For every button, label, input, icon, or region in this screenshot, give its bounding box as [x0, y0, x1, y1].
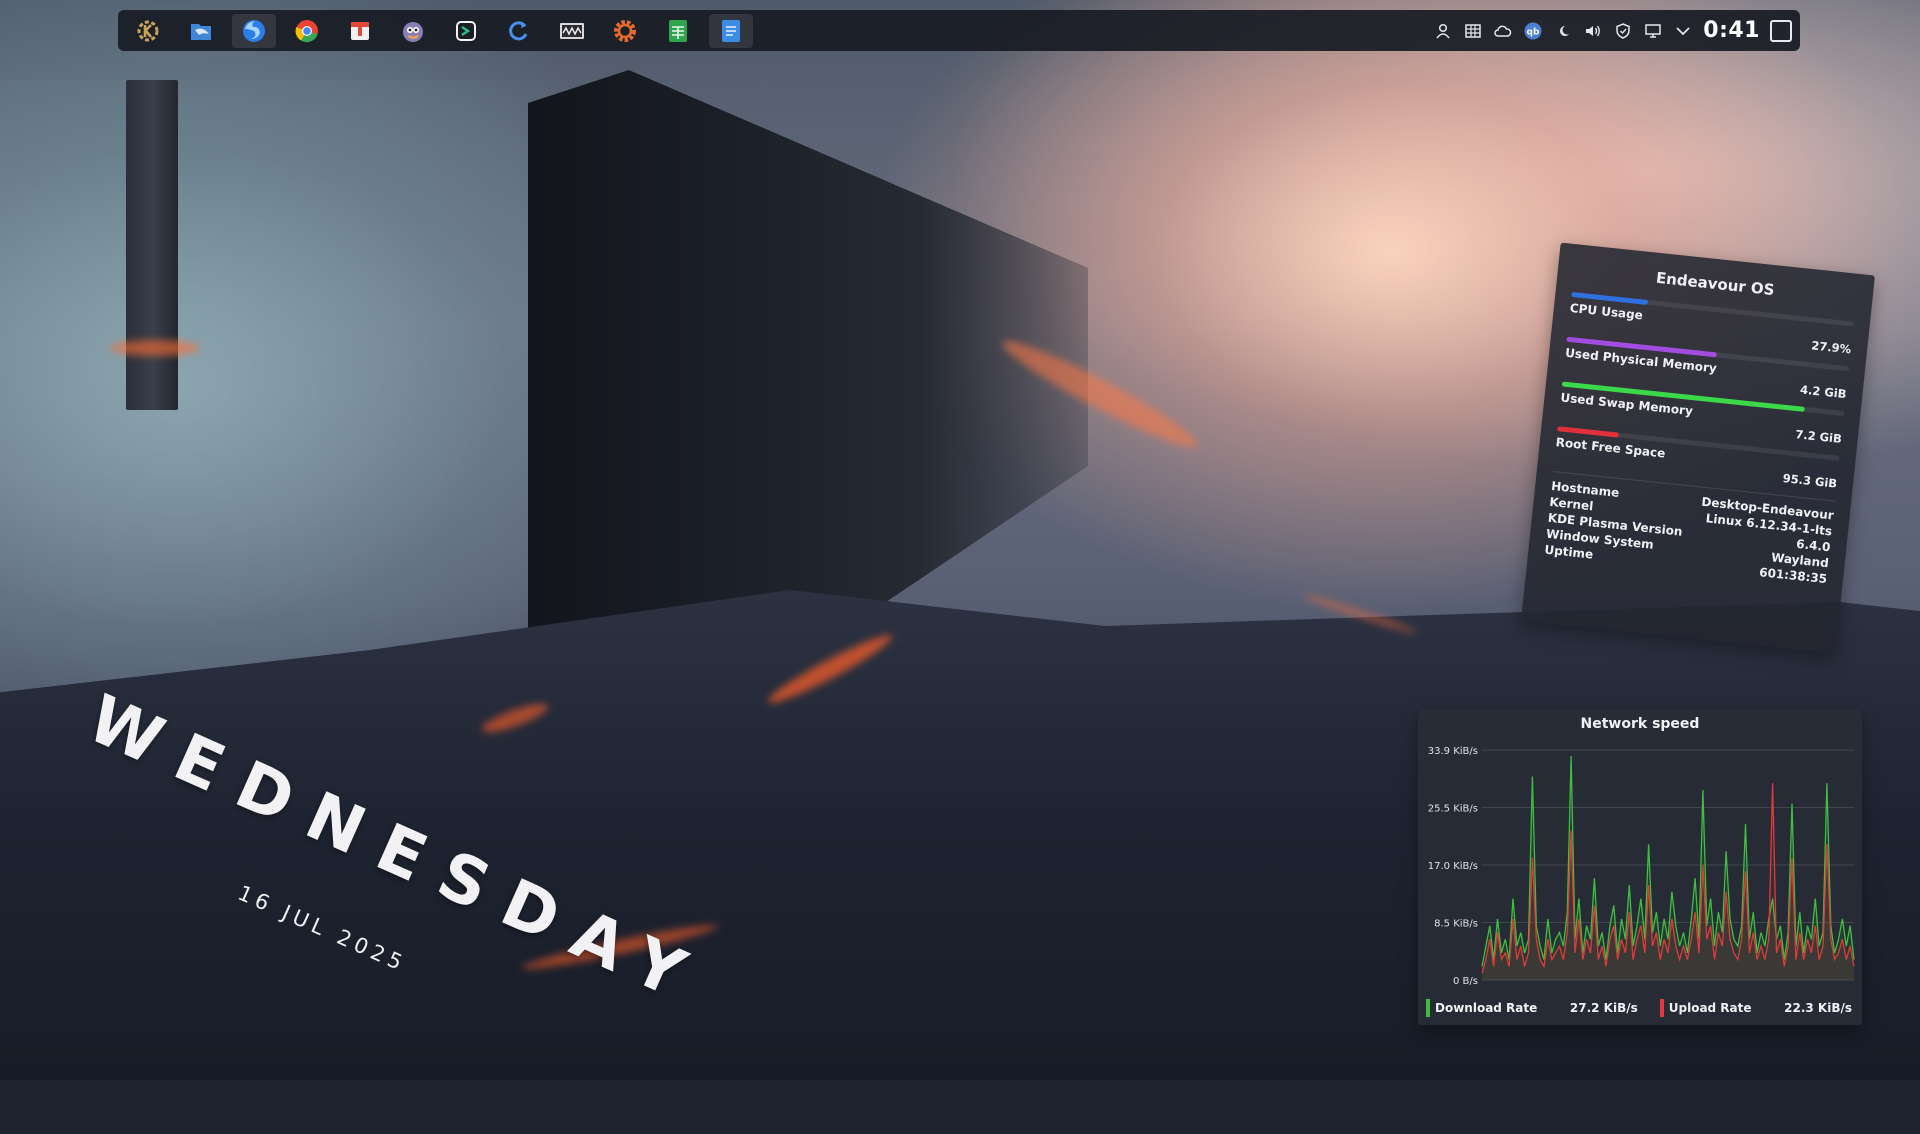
night-mode-tray-button[interactable]: [1553, 21, 1573, 41]
system-info-widget: Endeavour OS CPU Usage 27.9% Used Physic…: [1521, 242, 1875, 654]
qbittorrent-label: qb: [1527, 27, 1540, 37]
user-icon: [1436, 23, 1450, 38]
y-tick-label: 8.5 KiB/s: [1434, 919, 1478, 930]
spreadsheet-button[interactable]: [656, 14, 700, 48]
night-mode-icon: [1560, 25, 1570, 36]
dolphin-icon: [191, 23, 211, 40]
security-tray-button[interactable]: [1613, 21, 1633, 41]
grid-icon: [1465, 23, 1482, 38]
grid-tray-button[interactable]: [1463, 21, 1483, 41]
document-icon: [722, 19, 740, 42]
gimp-button[interactable]: [391, 14, 435, 48]
wallpaper-lava-glow: [110, 340, 200, 356]
shield-icon: [1616, 22, 1631, 39]
terminal-icon: [456, 20, 476, 41]
user-tray-button[interactable]: [1433, 21, 1453, 41]
app-launcher-button[interactable]: [126, 14, 170, 48]
y-tick-label: 33.9 KiB/s: [1428, 746, 1478, 757]
system-tray: qb 0:41: [1433, 18, 1792, 43]
volume-icon: [1586, 25, 1601, 36]
display-icon: [1645, 23, 1662, 38]
cloud-tray-button[interactable]: [1493, 21, 1513, 41]
y-tick-label: 25.5 KiB/s: [1428, 804, 1478, 815]
archive-icon: [351, 21, 369, 40]
refresh-app-icon: [509, 20, 528, 40]
digital-clock[interactable]: 0:41: [1703, 18, 1760, 43]
qbittorrent-icon: qb: [1524, 22, 1542, 39]
wallpaper-fog: [0, 80, 600, 700]
chrome-icon: [295, 19, 318, 42]
qbittorrent-tray-button[interactable]: qb: [1523, 21, 1543, 41]
upload-rate-value: 22.3 KiB/s: [1784, 1001, 1852, 1015]
system-monitor-icon: [560, 22, 584, 39]
chrome-button[interactable]: [285, 14, 329, 48]
system-monitor-button[interactable]: [550, 14, 594, 48]
download-legend-label: Download Rate: [1435, 1001, 1538, 1015]
terminal-button[interactable]: [444, 14, 488, 48]
display-tray-button[interactable]: [1643, 21, 1663, 41]
network-widget-title: Network speed: [1580, 716, 1700, 732]
download-legend-swatch: [1426, 999, 1430, 1017]
launcher-bar: [126, 13, 753, 48]
tray-expand-button[interactable]: [1673, 21, 1693, 41]
taskbar: qb 0:41: [118, 10, 1800, 51]
date-label: 16 JUL 2025: [234, 880, 411, 977]
chevron-down-icon: [1676, 26, 1690, 35]
upload-legend-swatch: [1659, 999, 1664, 1017]
kde-icon: [137, 20, 159, 41]
system-info-table: Hostname Desktop-Endeavour Kernel Linux …: [1543, 470, 1836, 588]
archive-manager-button[interactable]: [338, 14, 382, 48]
settings-gear-icon: [614, 19, 636, 42]
gimp-icon: [403, 21, 423, 42]
network-legend: Download Rate 27.2 KiB/s Upload Rate 22.…: [1426, 998, 1854, 1018]
wallpaper-tower: [126, 80, 178, 410]
file-manager-button[interactable]: [179, 14, 223, 48]
firefox-icon: [243, 19, 265, 42]
y-tick-label: 0 B/s: [1453, 976, 1478, 987]
download-rate-value: 27.2 KiB/s: [1569, 1001, 1638, 1015]
show-desktop-button[interactable]: [1770, 19, 1792, 42]
volume-tray-button[interactable]: [1583, 21, 1603, 41]
upload-legend-label: Upload Rate: [1668, 1001, 1752, 1015]
y-tick-label: 17.0 KiB/s: [1428, 861, 1478, 872]
firefox-button[interactable]: [232, 13, 276, 48]
network-speed-widget: Network speed 33.9 KiB/s 25.5 KiB/s 17.0 K…: [1418, 709, 1862, 1025]
spreadsheet-icon: [669, 19, 687, 42]
sync-app-button[interactable]: [497, 14, 541, 48]
cloud-icon: [1494, 25, 1512, 37]
network-speed-chart: 33.9 KiB/s 25.5 KiB/s 17.0 KiB/s 8.5 KiB/s 0…: [1428, 746, 1855, 987]
document-button[interactable]: [709, 13, 753, 48]
system-settings-button[interactable]: [603, 14, 647, 48]
